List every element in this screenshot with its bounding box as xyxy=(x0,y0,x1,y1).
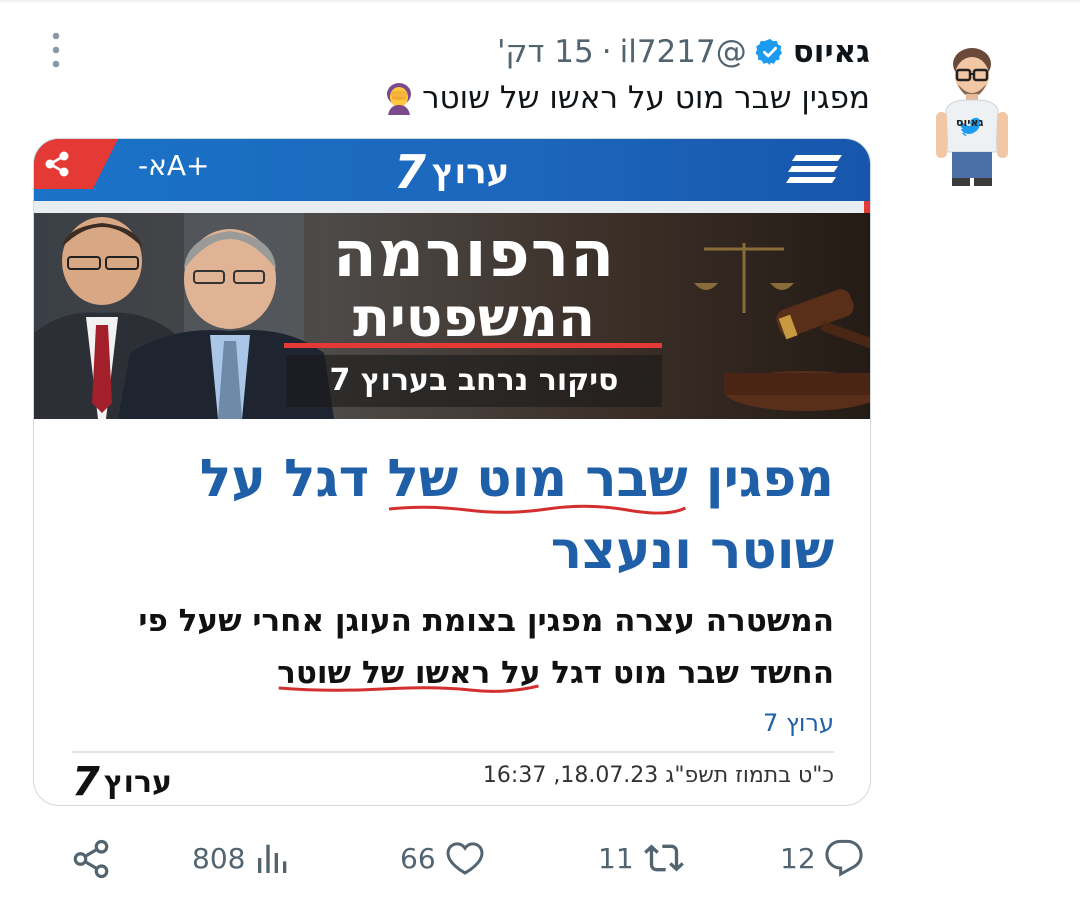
like-count: 66 xyxy=(400,841,436,875)
headline-line1: מפגין שבר מוט של דגל על xyxy=(74,443,834,515)
headline-text-end: דגל על xyxy=(199,449,388,509)
card-divider xyxy=(72,751,834,753)
site-logo: ערוץ 7 xyxy=(394,145,509,199)
banner-divider xyxy=(284,343,662,348)
tweet-text-body: מפגין שבר מוט על ראשו של שוטר xyxy=(422,80,870,116)
author-handle[interactable]: @il7217 xyxy=(620,34,747,70)
link-preview-card[interactable]: -אA+ ערוץ 7 הרפורמה המשפטית סיקור נרחב ב… xyxy=(33,138,871,806)
site-logo-number: 7 xyxy=(394,145,427,199)
header-stripe-accent xyxy=(864,201,870,213)
headline-text-start: מפגין xyxy=(687,449,834,509)
header-separator: · xyxy=(601,34,612,70)
banner-title-line2: המשפטית xyxy=(352,286,596,349)
views-count: 808 xyxy=(192,841,246,875)
article-banner-image: הרפורמה המשפטית סיקור נרחב בערוץ 7 xyxy=(34,213,870,419)
reply-button[interactable]: 12 xyxy=(780,838,864,878)
analytics-icon xyxy=(258,844,287,873)
views-button[interactable]: 808 xyxy=(192,838,293,878)
facepalm-emoji-icon xyxy=(382,81,416,115)
retweet-button[interactable]: 11 xyxy=(598,838,686,878)
top-divider xyxy=(0,0,1080,2)
footer-logo-number: 7 xyxy=(72,759,100,805)
header-stripe xyxy=(34,201,870,213)
site-logo-text: ערוץ xyxy=(432,152,510,192)
reply-icon xyxy=(825,839,863,877)
underline-mark xyxy=(278,684,539,693)
description-line1: המשטרה עצרה מפגין בצומת העוגן אחרי שעל פ… xyxy=(138,603,834,639)
font-size-controls: -אA+ xyxy=(138,149,210,182)
footer-logo-text: ערוץ xyxy=(103,764,173,800)
underline-mark xyxy=(389,504,687,515)
headline-underlined: שבר מוט של xyxy=(387,449,688,515)
banner-title-line1: הרפורמה xyxy=(332,218,616,292)
author-name[interactable]: גאיוס xyxy=(793,34,870,70)
like-button[interactable]: 66 xyxy=(400,838,486,878)
article-source: ערוץ 7 xyxy=(763,709,834,737)
share-button[interactable] xyxy=(70,838,112,880)
description-line2: החשד שבר מוט דגל על ראשו של שוטר xyxy=(64,647,834,699)
share-icon xyxy=(73,839,109,879)
description-underlined: על ראשו של שוטר xyxy=(277,655,540,693)
avatar-shirt-text: גאיוס xyxy=(956,116,984,129)
banner-title: הרפורמה המשפטית xyxy=(284,223,664,345)
more-options-icon[interactable] xyxy=(42,30,70,70)
article-description: המשטרה עצרה מפגין בצומת העוגן אחרי שעל פ… xyxy=(64,595,834,699)
retweet-icon xyxy=(643,844,684,872)
heart-icon xyxy=(446,842,484,875)
article-date: כ"ט בתמוז תשפ"ג 18.07.23, 16:37 xyxy=(482,763,834,788)
menu-icon xyxy=(786,153,844,191)
tweet-header: גאיוס @il7217 · 15 דק' xyxy=(497,30,870,74)
tweet-text: מפגין שבר מוט על ראשו של שוטר xyxy=(382,80,870,116)
verified-badge-icon xyxy=(755,37,785,67)
avatar[interactable]: גאיוס xyxy=(930,40,1010,190)
retweet-count: 11 xyxy=(598,841,634,875)
footer-logo: ערוץ 7 xyxy=(72,759,172,805)
tweet-time[interactable]: 15 דק' xyxy=(497,34,594,70)
share-icon xyxy=(45,151,69,177)
headline-underlined-text: שבר מוט של xyxy=(387,449,688,509)
reply-count: 12 xyxy=(780,841,816,875)
banner-subtitle: סיקור נרחב בערוץ 7 xyxy=(286,355,662,407)
description-text-start: החשד שבר מוט דגל xyxy=(540,655,834,691)
headline-line2: שוטר ונעצר xyxy=(550,521,834,581)
article-headline: מפגין שבר מוט של דגל על שוטר ונעצר xyxy=(74,443,834,587)
